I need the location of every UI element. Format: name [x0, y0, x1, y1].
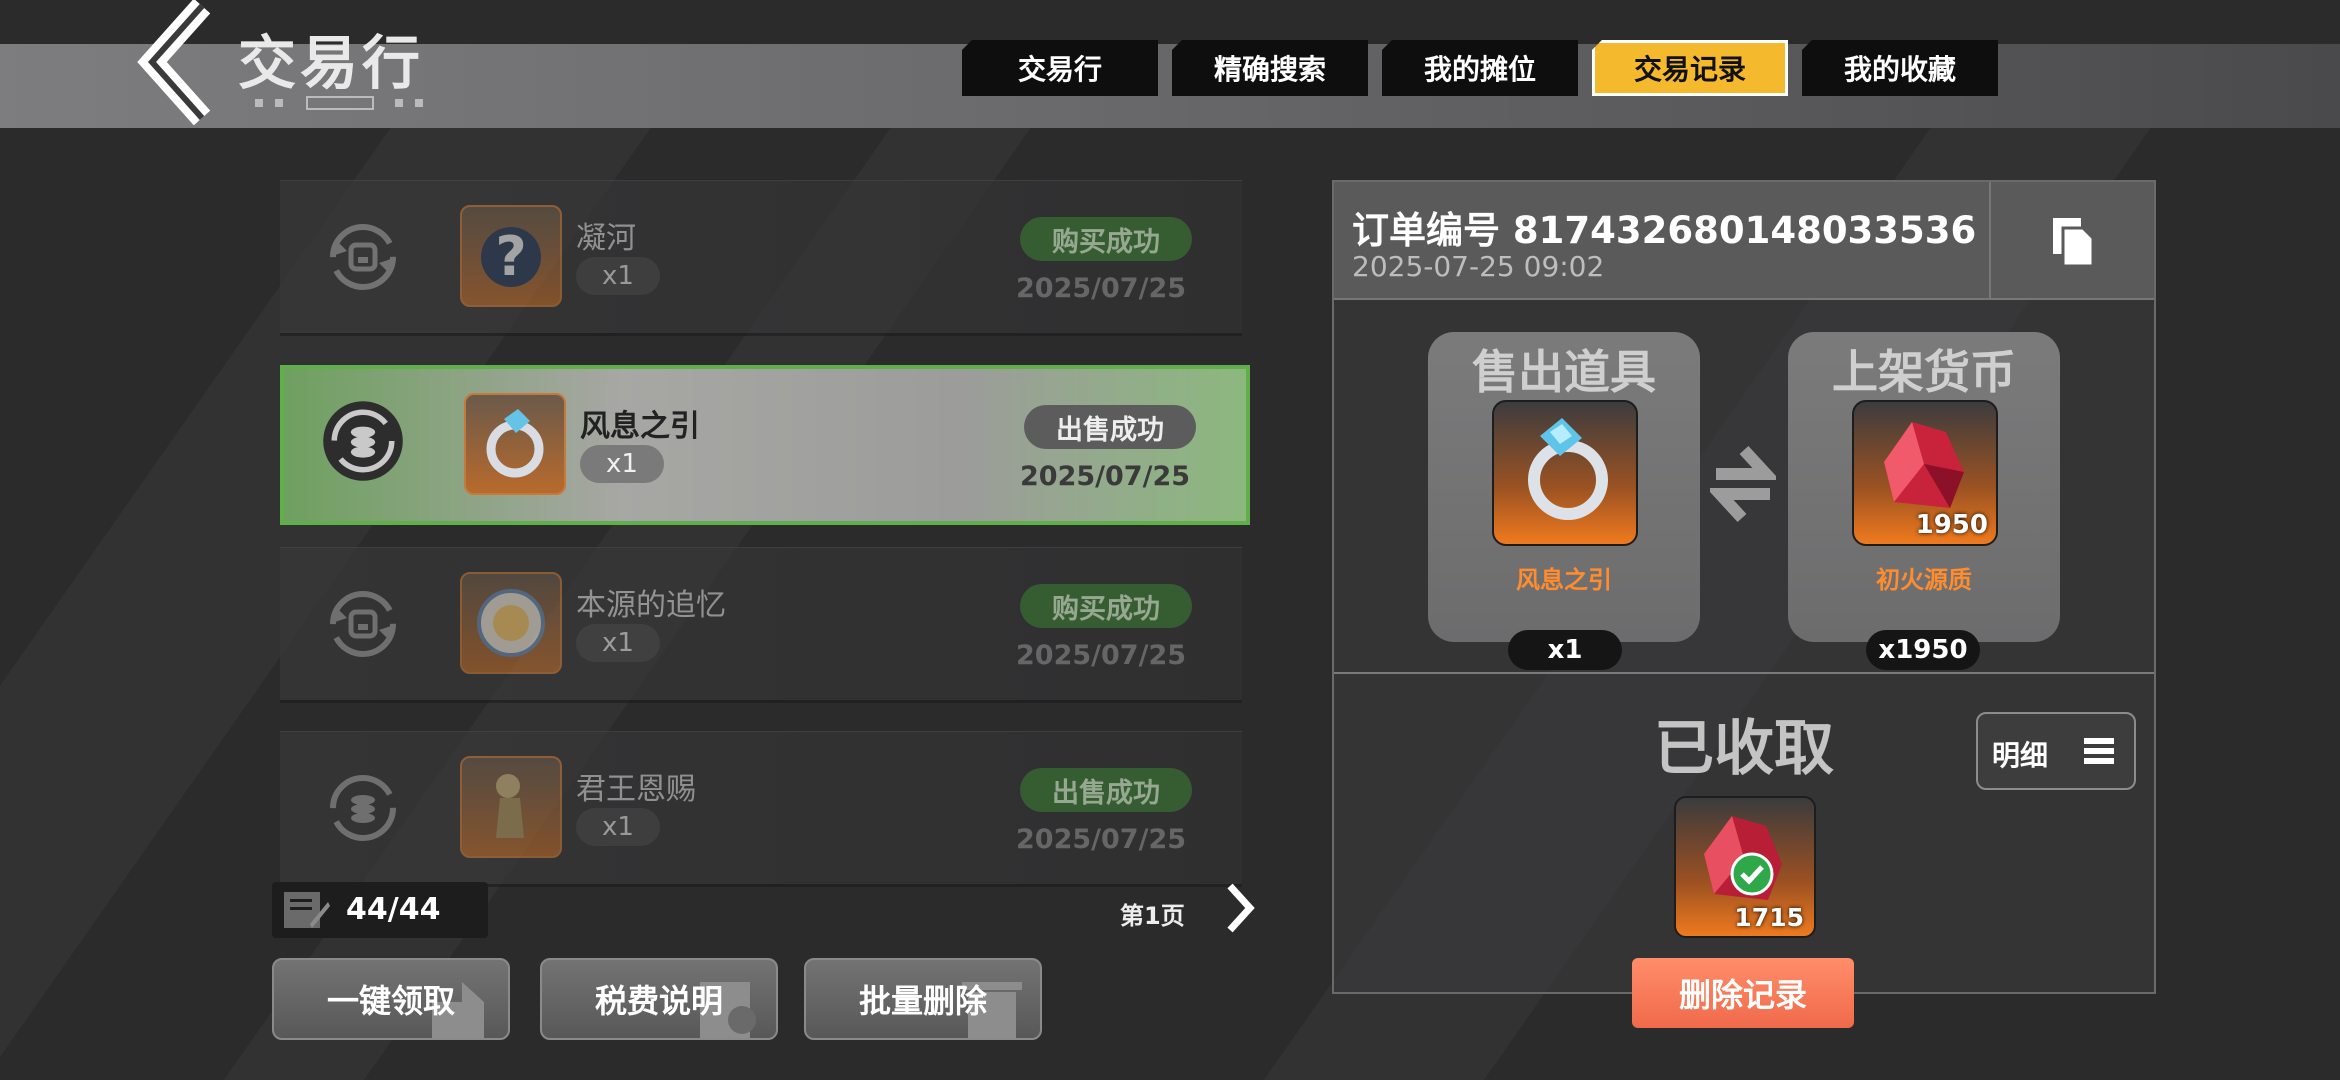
order-detail-panel: 订单编号 817432680148033536 2025-07-25 09:02… — [1332, 180, 2156, 994]
record-date: 2025/07/25 — [1020, 461, 1191, 492]
record-row[interactable]: 本源的追忆 x1 购买成功 2025/07/25 — [280, 547, 1242, 703]
record-row[interactable]: ? 凝河 x1 购买成功 2025/07/25 — [280, 180, 1242, 336]
copy-button[interactable] — [1989, 182, 2154, 298]
tax-info-button[interactable]: 税费说明 — [540, 958, 778, 1040]
tab-precise-search[interactable]: 精确搜索 — [1172, 40, 1368, 96]
title-decoration — [255, 96, 423, 110]
item-thumbnail — [464, 393, 566, 495]
item-quantity: x1 — [580, 445, 664, 483]
ring-item-icon — [1528, 418, 1608, 520]
item-quantity: x1 — [576, 257, 660, 295]
tab-my-stall[interactable]: 我的摊位 — [1382, 40, 1578, 96]
coin-cycle-icon — [323, 401, 403, 481]
chevron-left-icon — [137, 0, 211, 126]
item-thumbnail: ? — [460, 205, 562, 307]
status-badge: 购买成功 — [1020, 584, 1192, 628]
tab-bar: 交易行 精确搜索 我的摊位 交易记录 我的收藏 — [962, 40, 1998, 96]
next-page-button[interactable] — [1222, 878, 1258, 938]
order-header: 订单编号 817432680148033536 2025-07-25 09:02 — [1334, 182, 2154, 300]
record-row-selected[interactable]: 风息之引 x1 出售成功 2025/07/25 — [280, 365, 1250, 525]
unknown-item-icon: ? — [481, 225, 541, 288]
detail-button[interactable]: 明细 — [1976, 712, 2136, 790]
status-badge: 出售成功 — [1020, 768, 1192, 812]
trade-cycle-icon — [330, 224, 396, 290]
listed-currency-name: 初火源质 — [1876, 566, 1972, 594]
item-name: 凝河 — [576, 221, 636, 256]
item-quantity: x1 — [576, 808, 660, 846]
trade-cycle-icon — [330, 591, 396, 657]
copy-icon — [2053, 218, 2095, 268]
tab-trading[interactable]: 交易行 — [962, 40, 1158, 96]
batch-delete-label: 批量删除 — [858, 982, 987, 1020]
orb-item-icon — [477, 589, 545, 657]
ring-item-icon — [486, 409, 544, 478]
coin-cycle-icon — [330, 775, 396, 841]
item-thumbnail — [460, 572, 562, 674]
record-date: 2025/07/25 — [1016, 640, 1187, 671]
tab-trade-records[interactable]: 交易记录 — [1592, 40, 1788, 96]
listed-currency-title: 上架货币 — [1832, 345, 2016, 399]
claim-all-label: 一键领取 — [326, 982, 455, 1020]
record-date: 2025/07/25 — [1016, 273, 1187, 304]
sold-item-thumbnail[interactable] — [1492, 400, 1638, 546]
batch-delete-button[interactable]: 批量删除 — [804, 958, 1042, 1040]
listed-currency-quantity: x1950 — [1866, 630, 1980, 670]
record-counter: 44/44 — [272, 882, 488, 938]
listed-currency-card: 上架货币 1950 初火源质 — [1788, 332, 2060, 642]
svg-text:?: ? — [495, 225, 526, 288]
page-indicator: 第1页 — [1120, 902, 1185, 930]
item-name: 风息之引 — [580, 409, 700, 444]
sold-item-name: 风息之引 — [1516, 566, 1612, 594]
item-quantity: x1 — [576, 624, 660, 662]
sold-item-card: 售出道具 风息之引 — [1428, 332, 1700, 642]
statue-item-icon — [496, 774, 524, 838]
currency-thumbnail[interactable]: 1950 — [1852, 400, 1998, 546]
order-number: 订单编号 817432680148033536 — [1352, 209, 1977, 252]
sold-item-title: 售出道具 — [1472, 345, 1656, 399]
sold-item-quantity: x1 — [1508, 630, 1622, 670]
section-divider — [1334, 672, 2154, 674]
item-name: 本源的追忆 — [576, 588, 726, 623]
order-time: 2025-07-25 09:02 — [1352, 250, 1605, 283]
item-name: 君王恩赐 — [576, 772, 696, 807]
currency-thumbnail-count: 1950 — [1915, 510, 1988, 540]
record-count: 44/44 — [346, 892, 441, 927]
back-button[interactable] — [120, 0, 220, 126]
item-thumbnail — [460, 756, 562, 858]
menu-icon — [2084, 738, 2114, 764]
status-badge: 购买成功 — [1020, 217, 1192, 261]
tax-info-label: 税费说明 — [594, 982, 723, 1020]
check-icon — [1730, 852, 1774, 896]
claim-all-button[interactable]: 一键领取 — [272, 958, 510, 1040]
reward-count: 1715 — [1734, 903, 1804, 932]
notepad-icon — [284, 892, 330, 928]
detail-button-label: 明细 — [1992, 739, 2049, 772]
status-badge: 出售成功 — [1024, 405, 1196, 449]
page-title: 交易行 — [238, 29, 425, 97]
delete-record-button[interactable]: 删除记录 — [1632, 958, 1854, 1028]
collected-reward-thumbnail[interactable]: 1715 — [1674, 796, 1816, 938]
record-date: 2025/07/25 — [1016, 824, 1187, 855]
record-row[interactable]: 君王恩赐 x1 出售成功 2025/07/25 — [280, 731, 1242, 887]
exchange-arrows-icon — [1710, 445, 1776, 523]
tab-favorites[interactable]: 我的收藏 — [1802, 40, 1998, 96]
